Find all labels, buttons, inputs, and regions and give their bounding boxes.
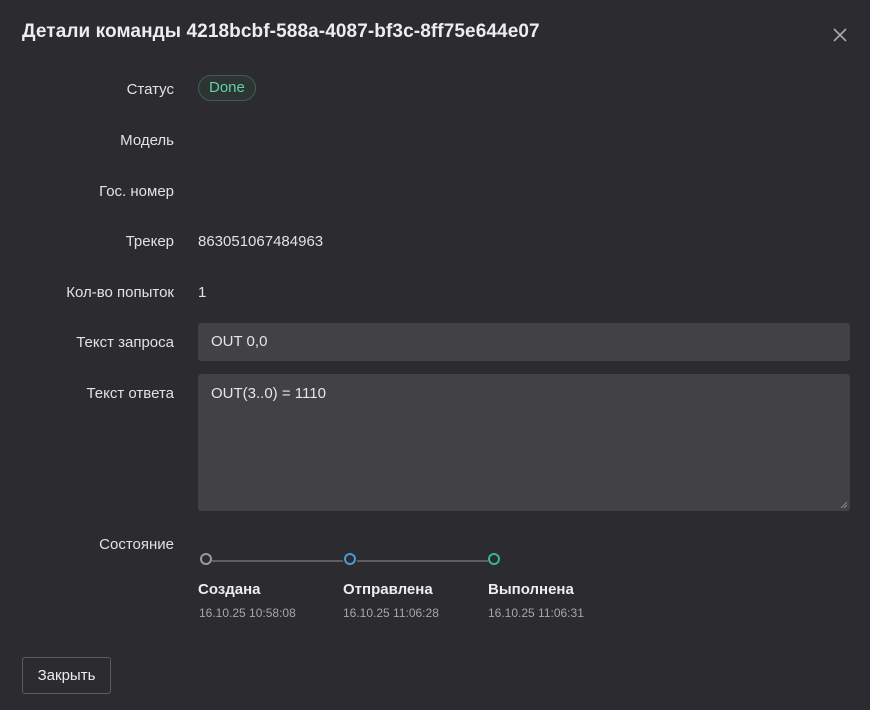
command-details-dialog: Детали команды 4218bcbf-588a-4087-bf3c-8… (0, 0, 870, 710)
status-label: Статус (126, 81, 174, 98)
step-sent-dot-icon (344, 553, 356, 565)
step-sent-time: 16.10.25 11:06:28 (343, 606, 439, 620)
close-icon[interactable] (830, 25, 850, 45)
response-text-area[interactable]: OUT(3..0) = 1110 (198, 374, 850, 511)
attempts-label: Кол-во попыток (66, 284, 174, 301)
step-created-label: Создана (198, 581, 261, 598)
attempts-value: 1 (198, 284, 207, 301)
request-text-field[interactable]: OUT 0,0 (198, 323, 850, 361)
response-text: OUT(3..0) = 1110 (211, 385, 326, 402)
state-timeline: Создана Отправлена Выполнена 16.10.25 10… (198, 551, 584, 631)
model-label: Модель (120, 132, 174, 149)
timeline-connector (212, 560, 343, 562)
dialog-title: Детали команды 4218bcbf-588a-4087-bf3c-8… (22, 21, 540, 42)
step-sent-label: Отправлена (343, 581, 433, 598)
state-label: Состояние (99, 536, 174, 553)
response-label: Текст ответа (86, 385, 174, 402)
tracker-label: Трекер (125, 233, 174, 250)
close-button[interactable]: Закрыть (22, 657, 111, 694)
step-done-dot-icon (488, 553, 500, 565)
request-label: Текст запроса (76, 334, 174, 351)
status-badge: Done (198, 75, 256, 101)
plate-label: Гос. номер (99, 183, 174, 200)
step-created-dot-icon (200, 553, 212, 565)
timeline-connector (357, 560, 488, 562)
tracker-value: 863051067484963 (198, 233, 324, 250)
step-done-time: 16.10.25 11:06:31 (488, 606, 584, 620)
step-done-label: Выполнена (488, 581, 574, 598)
resize-handle-icon[interactable] (840, 501, 848, 509)
step-created-time: 16.10.25 10:58:08 (199, 606, 296, 620)
